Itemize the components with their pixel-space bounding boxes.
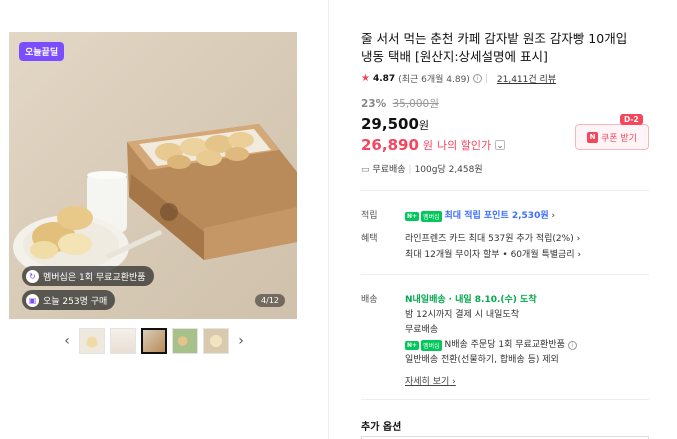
benefit-line-1-text: 라인프렌즈 카드 최대 537원 추가 적립(2%): [405, 234, 574, 244]
free-shipping-text: 무료배송: [372, 165, 406, 175]
original-price: 35,000원: [392, 98, 439, 110]
points-value[interactable]: N+ 멤버십 최대 적립 포인트 2,530원 ›: [405, 208, 555, 222]
unit-price-text: 100g당 2,458원: [414, 165, 483, 175]
separator: |: [484, 73, 488, 84]
my-price-label: 나의 할인가: [437, 139, 492, 152]
thumbnail[interactable]: [110, 328, 136, 354]
chevron-down-icon[interactable]: ⌄: [495, 140, 506, 150]
shipping-summary: ▭ 무료배송 | 100g당 2,458원: [361, 162, 483, 175]
membership-return-pill: ↻ 멤버십은 1회 무료교환반품: [22, 266, 154, 286]
divider: [361, 190, 649, 191]
thumbnail[interactable]: [79, 328, 105, 354]
recent-rating: (최근 6개월 4.89): [398, 75, 470, 85]
extra-options-title: 추가 옵션: [361, 422, 402, 433]
rating-row: ★ 4.87 (최근 6개월 4.89) i | 21,411건 리뷰: [361, 72, 556, 85]
naver-n-icon: N+: [405, 341, 420, 350]
chevron-left-icon[interactable]: ‹: [60, 333, 74, 349]
thumbnail-selected[interactable]: [141, 328, 167, 354]
membership-badge: N+ 멤버십: [405, 211, 442, 222]
naver-n-icon: N: [587, 131, 598, 143]
divider: [361, 274, 649, 275]
naver-n-icon: N+: [405, 212, 420, 221]
membership-badge-text: 멤버십: [421, 211, 442, 222]
benefit-label: 혜택: [361, 234, 378, 244]
star-icon: ★: [361, 73, 370, 84]
image-counter: 4/12: [255, 294, 285, 307]
benefit-line-2[interactable]: 최대 12개월 무이자 할부 • 60개월 특별금리 ›: [405, 247, 581, 260]
my-price-value: 26,890: [361, 136, 419, 154]
chevron-right-icon: ›: [577, 250, 582, 260]
sale-price-value: 29,500: [361, 115, 419, 133]
product-title: 줄 서서 먹는 춘천 카페 감자밭 원조 감자빵 10개입 냉동 택배 [원산지…: [361, 31, 628, 64]
divider: [361, 399, 649, 400]
chevron-right-icon[interactable]: ›: [234, 333, 248, 349]
coupon-button-label: 쿠폰 받기: [601, 133, 637, 144]
delivery-line-4-text: N배송 주문당 1회 무료교환반품: [444, 340, 565, 350]
separator: |: [408, 165, 412, 175]
delivery-more-link[interactable]: 자세히 보기 ›: [405, 374, 456, 387]
coupon-button[interactable]: N 쿠폰 받기: [575, 124, 649, 150]
info-icon[interactable]: i: [472, 74, 482, 83]
tomorrow-delivery-badge: N내일배송: [405, 295, 446, 305]
today-purchase-pill: ▣ 오늘 253명 구매: [22, 290, 116, 310]
delivery-line-4: N+ 멤버십 N배송 주문당 1회 무료교환반품 i: [405, 337, 577, 351]
today-purchase-text: 오늘 253명 구매: [43, 296, 108, 307]
delivery-line-1: N내일배송 · 내일 8.10.(수) 도착: [405, 292, 537, 305]
delivery-arrival-text: · 내일 8.10.(수) 도착: [448, 295, 537, 305]
column-divider: [328, 0, 329, 439]
chevron-right-icon: ›: [551, 211, 556, 221]
info-icon[interactable]: i: [567, 341, 577, 350]
won-unit: 원: [422, 139, 434, 152]
won-unit: 원: [418, 119, 430, 132]
delivery-label: 배송: [361, 295, 378, 305]
truck-icon: ▭: [361, 165, 370, 175]
delivery-line-5: 일반배송 전환(선물하기, 합배송 등) 제외: [405, 355, 559, 365]
coupon-dday-badge: D-2: [620, 114, 643, 125]
thumbnail[interactable]: [172, 328, 198, 354]
product-main-image[interactable]: 오늘끝딜 ↻ 멤버십은 1회 무료교환반품 ▣ 오늘 253명 구매 4/12: [9, 32, 297, 319]
benefit-line-1[interactable]: 라인프렌즈 카드 최대 537원 추가 적립(2%) ›: [405, 231, 580, 244]
membership-return-text: 멤버십은 1회 무료교환반품: [43, 272, 146, 283]
rating-score: 4.87: [372, 73, 396, 84]
delivery-more-text: 자세히 보기: [405, 377, 450, 387]
points-text: 최대 적립 포인트 2,530원: [444, 211, 549, 221]
npay-badge: N+ 멤버십: [405, 340, 442, 351]
my-discount-price[interactable]: 26,890 원 나의 할인가 ⌄: [361, 136, 506, 154]
chevron-right-icon: ›: [452, 377, 456, 387]
benefit-line-2-text: 최대 12개월 무이자 할부 • 60개월 특별금리: [405, 250, 575, 260]
points-label: 적립: [361, 211, 378, 221]
delivery-line-2: 밤 12시까지 결제 시 내일도착: [405, 310, 519, 320]
thumbnail[interactable]: [203, 328, 229, 354]
review-count-link[interactable]: 21,411건 리뷰: [497, 72, 556, 85]
delivery-line-3: 무료배송: [405, 325, 439, 335]
chevron-right-icon: ›: [576, 234, 581, 244]
membership-badge-text: 멤버십: [421, 340, 442, 351]
bag-icon: ▣: [26, 293, 39, 307]
today-deal-badge: 오늘끝딜: [19, 42, 65, 61]
membership-icon: ↻: [26, 269, 39, 283]
discount-rate: 23%: [361, 98, 387, 110]
thumbnail-strip: ‹ ›: [60, 328, 248, 354]
discount-row: 23% 35,000원: [361, 96, 439, 111]
sale-price: 29,500원: [361, 115, 429, 133]
